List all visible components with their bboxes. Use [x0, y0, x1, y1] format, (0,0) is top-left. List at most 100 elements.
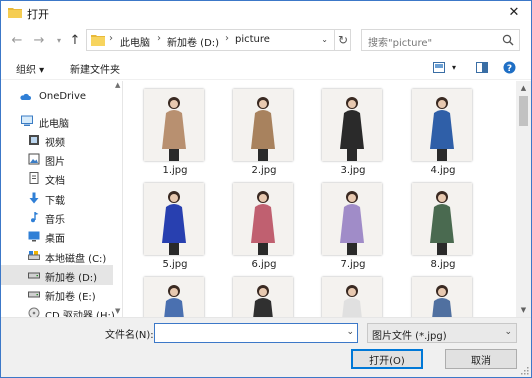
file-tile[interactable]: 8.jpg: [398, 177, 488, 273]
sidebar-item-music[interactable]: 音乐: [1, 207, 113, 227]
cd-drive-icon: [28, 307, 40, 317]
search-placeholder: 搜索"picture": [368, 38, 433, 49]
search-input[interactable]: 搜索"picture": [361, 29, 520, 51]
cloud-icon: [20, 93, 31, 100]
file-name: 3.jpg: [340, 165, 366, 176]
scroll-up-icon[interactable]: ▲: [115, 81, 120, 89]
sidebar-item-drive-c[interactable]: 本地磁盘 (C:): [1, 246, 113, 266]
address-bar: ← → ▾ ↑ › 此电脑 › 新加卷 (D:) › picture ⌄ ↻ 搜…: [1, 25, 531, 55]
breadcrumb-drive-d[interactable]: 新加卷 (D:): [167, 34, 219, 49]
file-name: 5.jpg: [162, 259, 188, 270]
file-name: 7.jpg: [340, 259, 366, 270]
close-button[interactable]: ✕: [503, 3, 525, 21]
file-tile[interactable]: 1.jpg: [130, 83, 220, 179]
forward-icon[interactable]: →: [31, 32, 47, 48]
drive-icon: [28, 291, 40, 298]
chevron-down-icon[interactable]: ⌄: [346, 327, 354, 337]
sidebar-item-drive-d[interactable]: 新加卷 (D:): [1, 265, 113, 285]
image-thumbnail: [144, 277, 204, 317]
sidebar-item-documents[interactable]: 文档: [1, 168, 113, 188]
file-tile[interactable]: 3.jpg: [308, 83, 398, 179]
window-title: 打开: [27, 8, 49, 21]
filetype-select[interactable]: 图片文件 (*.jpg) ⌄: [367, 323, 517, 343]
image-thumbnail: [322, 89, 382, 161]
view-dropdown-icon[interactable]: ▾: [452, 63, 456, 72]
command-bar: 组织 ▾ 新建文件夹 ▾ ?: [1, 56, 531, 80]
drive-icon: [28, 272, 40, 279]
sidebar-item-onedrive[interactable]: OneDrive: [1, 87, 113, 107]
download-icon: [29, 192, 39, 204]
file-tile[interactable]: 6.jpg: [219, 177, 309, 273]
new-folder-button[interactable]: 新建文件夹: [70, 61, 120, 76]
back-icon[interactable]: ←: [9, 32, 25, 48]
file-tile[interactable]: 5.jpg: [130, 177, 220, 273]
sidebar-item-pictures[interactable]: 图片: [1, 149, 113, 169]
folder-icon: [91, 35, 105, 46]
image-thumbnail: [233, 89, 293, 161]
open-file-dialog: 打开 ✕ ← → ▾ ↑ › 此电脑 › 新加卷 (D:) › picture …: [0, 0, 532, 378]
organize-button[interactable]: 组织 ▾: [16, 61, 44, 76]
file-tile[interactable]: [219, 271, 309, 317]
svg-text:?: ?: [507, 64, 512, 74]
filename-field[interactable]: ⌄: [154, 323, 358, 343]
file-tile[interactable]: [398, 271, 488, 317]
resize-grip-icon[interactable]: [521, 367, 529, 375]
sidebar-item-downloads[interactable]: 下载: [1, 188, 113, 208]
file-tile[interactable]: [130, 271, 220, 317]
chevron-right-icon[interactable]: ›: [157, 33, 161, 44]
picture-icon: [28, 153, 40, 165]
document-icon: [29, 172, 39, 184]
cancel-button[interactable]: 取消: [445, 349, 517, 369]
scrollbar-thumb[interactable]: [519, 96, 528, 126]
refresh-icon[interactable]: ↻: [334, 29, 351, 51]
open-button[interactable]: 打开(O): [351, 349, 423, 369]
scroll-up-icon[interactable]: ▲: [516, 81, 531, 95]
filetype-value: 图片文件 (*.jpg): [372, 331, 447, 342]
file-name: 2.jpg: [251, 165, 277, 176]
title-bar: 打开 ✕: [1, 1, 531, 25]
image-thumbnail: [412, 277, 472, 317]
chevron-right-icon[interactable]: ›: [109, 33, 113, 44]
view-icon[interactable]: [433, 62, 445, 73]
folder-icon: [8, 8, 22, 18]
drive-icon: [28, 251, 40, 260]
image-thumbnail: [233, 183, 293, 255]
file-tile[interactable]: [308, 271, 398, 317]
up-icon[interactable]: ↑: [67, 32, 83, 48]
recent-dropdown-icon[interactable]: ▾: [51, 32, 67, 48]
image-thumbnail: [322, 277, 382, 317]
sidebar-item-cd-drive[interactable]: CD 驱动器 (H:): [1, 303, 115, 317]
file-tile[interactable]: 7.jpg: [308, 177, 398, 273]
preview-pane-icon[interactable]: [476, 62, 488, 73]
chevron-right-icon[interactable]: ›: [225, 33, 229, 44]
file-list-scrollbar[interactable]: ▲ ▼: [516, 81, 531, 317]
image-thumbnail: [233, 277, 293, 317]
sidebar-item-this-pc[interactable]: 此电脑: [1, 111, 113, 131]
sidebar-scrollbar[interactable]: ▲ ▼: [114, 81, 122, 317]
music-icon: [31, 212, 39, 223]
path-box[interactable]: › 此电脑 › 新加卷 (D:) › picture ⌄: [86, 29, 351, 51]
chevron-down-icon[interactable]: ⌄: [504, 327, 512, 337]
image-thumbnail: [412, 183, 472, 255]
file-tile[interactable]: 2.jpg: [219, 83, 309, 179]
scroll-down-icon[interactable]: ▼: [115, 307, 120, 315]
dialog-footer: 文件名(N): ⌄ 图片文件 (*.jpg) ⌄ 打开(O) 取消: [1, 317, 531, 377]
search-icon: [502, 34, 514, 46]
sidebar-item-videos[interactable]: 视频: [1, 130, 113, 150]
help-icon[interactable]: ?: [503, 61, 516, 74]
file-name: 8.jpg: [430, 259, 456, 270]
breadcrumb-this-pc[interactable]: 此电脑: [120, 34, 150, 49]
video-icon: [29, 135, 39, 145]
breadcrumb-picture[interactable]: picture: [235, 34, 270, 45]
chevron-down-icon[interactable]: ⌄: [321, 35, 328, 44]
desktop-icon: [28, 231, 40, 242]
navigation-pane: OneDrive 此电脑 视频 图片 文档 下载 音乐 桌面 本地磁盘 (C:)…: [1, 81, 123, 317]
file-name: 6.jpg: [251, 259, 277, 270]
sidebar-item-drive-e[interactable]: 新加卷 (E:): [1, 284, 113, 304]
image-thumbnail: [144, 183, 204, 255]
image-thumbnail: [412, 89, 472, 161]
file-tile[interactable]: 4.jpg: [398, 83, 488, 179]
file-name: 1.jpg: [162, 165, 188, 176]
sidebar-item-desktop[interactable]: 桌面: [1, 226, 113, 246]
scroll-down-icon[interactable]: ▼: [516, 303, 531, 317]
